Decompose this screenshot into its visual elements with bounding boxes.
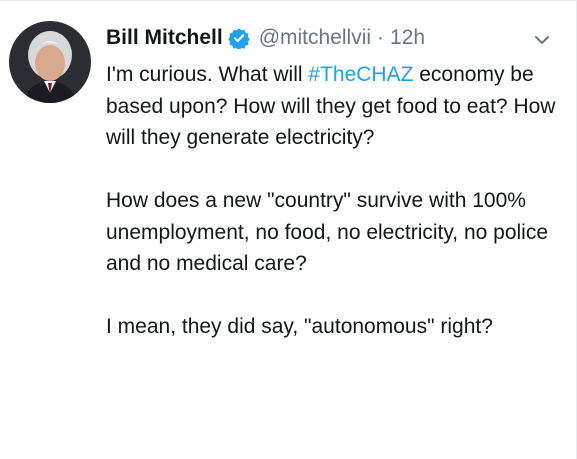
timestamp[interactable]: 12h bbox=[390, 26, 425, 50]
author-name[interactable]: Bill Mitchell bbox=[106, 26, 223, 50]
tweet-paragraph-3: I mean, they did say, "autonomous" right… bbox=[106, 315, 493, 338]
tweet-paragraph-2: How does a new "country" survive with 10… bbox=[106, 189, 549, 275]
tweet-card[interactable]: Bill Mitchell @mitchellvii · 12h I'm cur… bbox=[0, 0, 577, 459]
hashtag-link[interactable]: #TheCHAZ bbox=[308, 63, 413, 86]
tweet-header: Bill Mitchell @mitchellvii · 12h bbox=[106, 23, 425, 53]
tweet-text-intro: I'm curious. What will bbox=[106, 63, 309, 86]
chevron-down-icon[interactable] bbox=[532, 30, 552, 50]
avatar[interactable] bbox=[9, 21, 91, 103]
avatar-image bbox=[9, 21, 91, 103]
tweet-paragraph-1: I'm curious. What will #TheCHAZ economy … bbox=[106, 59, 566, 154]
verified-badge-icon bbox=[227, 27, 250, 51]
tweet-text: I'm curious. What will #TheCHAZ economy … bbox=[106, 59, 566, 343]
author-handle[interactable]: @mitchellvii bbox=[259, 26, 371, 50]
separator-dot: · bbox=[377, 26, 385, 49]
